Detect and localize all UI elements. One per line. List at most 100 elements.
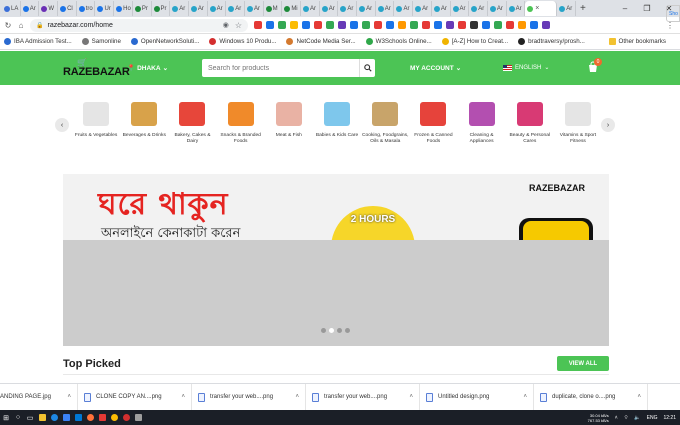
maximize-button[interactable]: ❐ [636,0,658,17]
category-item[interactable]: Frozen & Canned Foods [409,100,457,162]
slider-dot[interactable] [329,328,334,333]
extension-icon[interactable] [494,21,502,29]
browser-tab[interactable]: Ar [338,1,358,16]
chevron-up-icon[interactable]: ˄ [637,394,641,400]
extension-icon[interactable] [302,21,310,29]
download-item[interactable]: CLONE COPY AN....png ˄ [78,383,192,411]
extension-icon[interactable] [374,21,382,29]
browser-tab[interactable]: Ar [208,1,227,16]
browser-tab[interactable]: Ar [226,1,245,16]
browser-tab[interactable]: tro [77,1,96,16]
category-item[interactable]: Beauty & Personal Cares [506,100,554,162]
chevron-up-icon[interactable]: ˄ [295,394,299,400]
my-account-menu[interactable]: MY ACCOUNT ⌄ [410,64,461,73]
search-button[interactable] [359,59,375,77]
browser-tab[interactable]: Ar [394,1,414,16]
download-item[interactable]: ANDING PAGE.jpg ˄ [0,383,78,411]
close-tab-icon[interactable]: × [535,5,539,12]
edge-icon[interactable] [48,410,60,425]
browser-tab[interactable]: Mi [282,1,301,16]
search-input[interactable] [202,59,359,77]
bookmark-item[interactable]: W3Schools Online... [365,38,432,45]
browser-tab[interactable]: Ar [21,1,40,16]
browser-tab[interactable]: Pr [152,1,171,16]
extension-icon[interactable] [386,21,394,29]
mail-icon[interactable] [72,410,84,425]
extension-icon[interactable] [518,21,526,29]
browser-tab[interactable]: Ar [451,1,470,16]
wifi-icon[interactable]: ⌔ [624,415,629,421]
category-item[interactable]: Fruits & Vegetables [72,100,120,162]
category-item[interactable]: Cooking, Foodgrains, Oils & Masala [361,100,409,162]
browser-tab[interactable]: Ar [301,1,320,16]
bookmark-item[interactable]: Windows 10 Produ... [209,38,276,45]
browser-tab[interactable]: Ar [507,1,526,16]
bookmark-item[interactable]: Samonline [81,38,121,45]
search-icon[interactable]: ○ [12,410,24,425]
browser-tab[interactable]: Ar [469,1,488,16]
browser-tab[interactable]: Ar [245,1,264,16]
chevron-up-icon[interactable]: ˄ [181,394,185,400]
minimize-button[interactable]: – [614,0,636,17]
download-item[interactable]: Untitled design.png ˄ [420,383,534,411]
location-selector[interactable]: 📍 DHAKA ⌄ [127,64,168,73]
extension-icon[interactable] [422,21,430,29]
bookmark-star-icon[interactable]: ☆ [235,21,242,30]
opera-icon[interactable] [120,410,132,425]
bookmark-item[interactable]: OpenNetworkSoluti... [130,38,199,45]
extension-icon[interactable] [398,21,406,29]
extension-icon[interactable] [458,21,466,29]
volume-icon[interactable]: 🔈 [634,415,640,421]
category-item[interactable]: Meat & Fish [265,100,313,162]
browser-tab[interactable]: Ar [320,1,339,16]
new-tab-button[interactable]: + [576,3,590,14]
browser-tab[interactable]: Ar [170,1,189,16]
category-next-button[interactable]: › [601,118,615,132]
browser-tab[interactable]: Pr [133,1,152,16]
category-item[interactable]: Bakery, Cakes & Dairy [168,100,216,162]
bookmark-item[interactable]: [A-Z] How to Creat... [441,38,508,45]
browser-tab[interactable]: Ur [95,1,115,16]
eye-icon[interactable]: ◉ [223,21,229,29]
home-icon[interactable]: ⌂ [16,21,26,30]
firefox-icon[interactable] [84,410,96,425]
browser-tab[interactable]: Ar [189,1,208,16]
windows-start-icon[interactable]: ⊞ [0,410,12,425]
category-item[interactable]: Babies & Kids Care [313,100,361,162]
extension-icon[interactable] [362,21,370,29]
category-item[interactable]: Cleaning & Appliances [458,100,506,162]
category-item[interactable]: Snacks & Branded Foods [217,100,265,162]
clock[interactable]: 12:21 [663,415,676,421]
extension-icon[interactable] [434,21,442,29]
browser-tab[interactable]: M [264,1,283,16]
chevron-up-icon[interactable]: ˄ [523,394,527,400]
url-field[interactable]: 🔒 razebazar.com/home ◉ ☆ [30,18,248,32]
profile-avatar-icon[interactable] [542,21,550,29]
show-all-downloads-button[interactable]: Sho [666,5,680,22]
reload-icon[interactable]: ↻ [3,21,13,30]
browser-tab[interactable]: Ar [557,1,576,16]
view-all-button[interactable]: VIEW ALL [557,356,609,371]
extension-icon[interactable] [290,21,298,29]
extension-icon[interactable] [350,21,358,29]
extension-icon[interactable] [410,21,418,29]
language-indicator[interactable]: ENG [647,415,658,421]
cart-button[interactable]: 0 [587,58,602,75]
category-prev-button[interactable]: ‹ [55,118,69,132]
browser-tab[interactable]: Ar [376,1,395,16]
active-tab[interactable]: × [525,1,558,16]
file-explorer-icon[interactable] [36,410,48,425]
chevron-up-icon[interactable]: ˄ [67,394,71,400]
extension-icon[interactable] [446,21,454,29]
slider-dot[interactable] [337,328,342,333]
download-item[interactable]: duplicate, clone o....png ˄ [534,383,648,411]
other-bookmarks[interactable]: Other bookmarks [608,38,666,45]
extension-icon[interactable] [278,21,286,29]
site-logo[interactable]: 🛒 RAZEBAZAR [63,58,130,82]
category-item[interactable]: Beverages & Drinks [120,100,168,162]
bookmark-item[interactable]: bradtraversy/prosh... [518,38,585,45]
bookmark-item[interactable]: NetCode Media Ser... [286,38,356,45]
browser-tab[interactable]: Ar [488,1,507,16]
bookmark-item[interactable]: IBA Admission Test... [4,38,72,45]
chevron-up-icon[interactable]: ˄ [409,394,413,400]
